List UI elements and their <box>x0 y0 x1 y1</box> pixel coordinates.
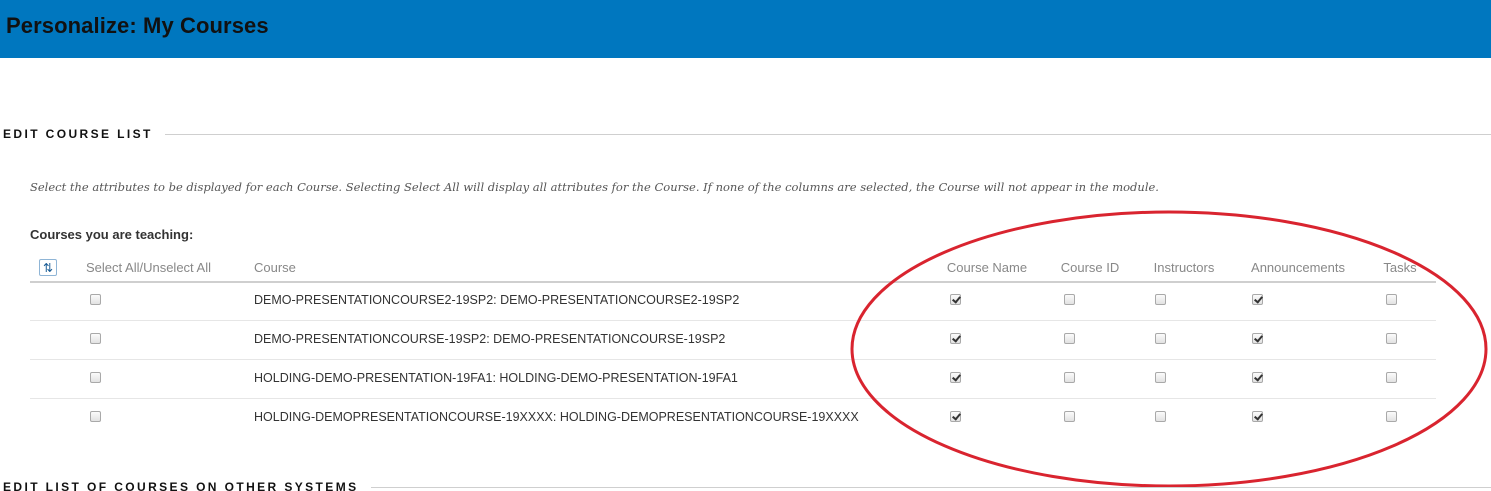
page-title: Personalize: My Courses <box>6 13 269 38</box>
column-header-course: Course <box>254 260 296 275</box>
select-all-checkbox[interactable] <box>90 333 101 344</box>
section-heading-label: EDIT COURSE LIST <box>3 127 153 141</box>
page-header: Personalize: My Courses <box>0 0 1491 58</box>
select-all-checkbox[interactable] <box>90 372 101 383</box>
course-name-cell: HOLDING-DEMOPRESENTATIONCOURSE-19XXXX: H… <box>254 410 859 424</box>
sort-toggle-button[interactable]: ⇅ <box>39 259 57 276</box>
select-all-checkbox[interactable] <box>90 294 101 305</box>
instructions-text: Select the attributes to be displayed fo… <box>30 180 1159 194</box>
section-heading-other-systems: EDIT LIST OF COURSES ON OTHER SYSTEMS <box>3 479 1491 491</box>
section-divider <box>164 133 1491 135</box>
course-name-cell: DEMO-PRESENTATIONCOURSE2-19SP2: DEMO-PRE… <box>254 293 740 307</box>
red-annotation-ellipse <box>850 210 1488 488</box>
section-divider <box>370 486 1491 488</box>
sort-toggle-icon: ⇅ <box>42 260 54 275</box>
section-heading-edit-course-list: EDIT COURSE LIST <box>3 126 1491 142</box>
column-header-select-all[interactable]: Select All/Unselect All <box>86 260 211 275</box>
course-name-cell: DEMO-PRESENTATIONCOURSE-19SP2: DEMO-PRES… <box>254 332 726 346</box>
select-all-checkbox[interactable] <box>90 411 101 422</box>
section-heading-label: EDIT LIST OF COURSES ON OTHER SYSTEMS <box>3 480 359 491</box>
course-name-cell: HOLDING-DEMO-PRESENTATION-19FA1: HOLDING… <box>254 371 738 385</box>
courses-teaching-label: Courses you are teaching: <box>30 227 194 242</box>
